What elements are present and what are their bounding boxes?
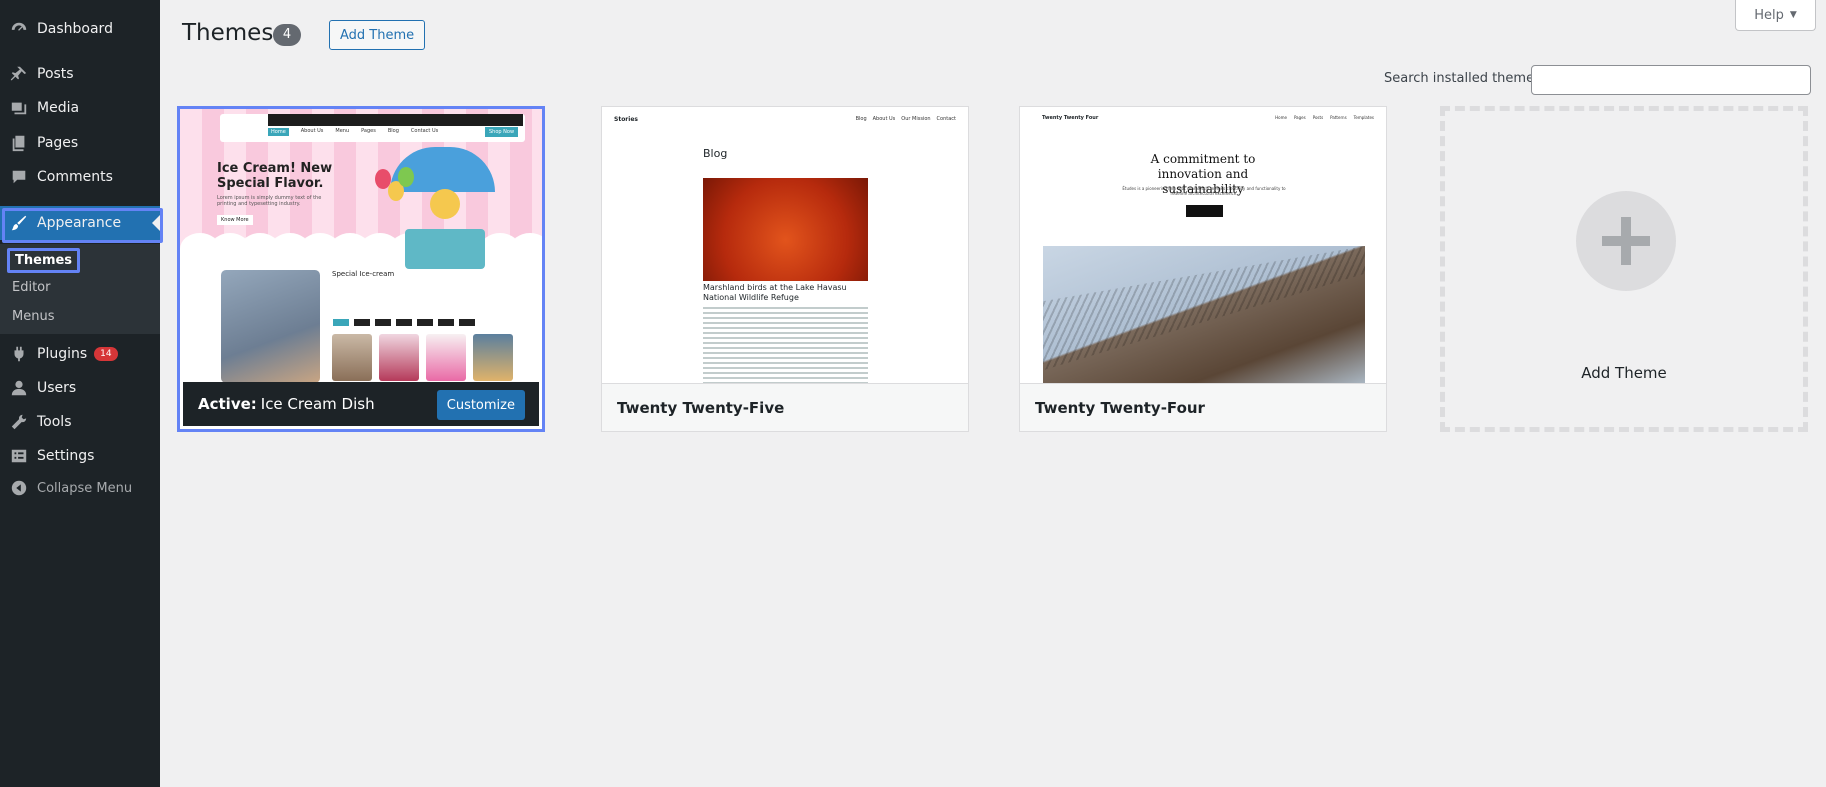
architecture-image (1043, 246, 1365, 384)
add-theme-button[interactable]: Add Theme (329, 20, 426, 50)
menu-tools[interactable]: Tools (0, 405, 160, 439)
theme-name: Twenty Twenty-Four (1020, 383, 1386, 431)
wrench-icon (9, 412, 29, 432)
theme-name: Twenty Twenty-Five (602, 383, 968, 431)
theme-name: Ice Cream Dish (260, 395, 375, 413)
menu-tools-label: Tools (37, 414, 72, 430)
menu-appearance[interactable]: Appearance (0, 206, 160, 240)
collapse-icon (9, 478, 29, 498)
theme-screenshot: Stories Blog About Us Our Mission Contac… (602, 107, 968, 384)
preview-nav: Home About Us Menu Pages Blog Contact Us (268, 128, 438, 136)
theme-screenshot: Twenty Twenty Four Home Pages Posts Patt… (1020, 107, 1386, 384)
pin-icon (9, 64, 29, 84)
menu-pages[interactable]: Pages (0, 126, 160, 160)
menu-comments-label: Comments (37, 169, 113, 185)
plugins-update-badge: 14 (94, 347, 118, 361)
preview-title: Ice Cream! New Special Flavor. (217, 161, 333, 191)
admin-sidebar: Dashboard Posts Media Pages Comments App… (0, 0, 163, 787)
brush-icon (9, 213, 29, 233)
ice-cream-card (221, 270, 320, 383)
page-title: Themes (182, 20, 274, 46)
menu-media-label: Media (37, 100, 80, 116)
plugin-icon (9, 344, 29, 364)
menu-settings[interactable]: Settings (0, 439, 160, 473)
theme-screenshot: Home About Us Menu Pages Blog Contact Us… (180, 109, 542, 386)
menu-posts-label: Posts (37, 66, 74, 82)
comment-icon (9, 167, 29, 187)
user-icon (9, 378, 29, 398)
add-new-theme-label: Add Theme (1581, 364, 1667, 382)
customize-button[interactable]: Customize (436, 390, 525, 420)
submenu-themes[interactable]: Themes (7, 248, 81, 273)
menu-posts[interactable]: Posts (0, 57, 160, 91)
plus-icon (1576, 191, 1676, 291)
cart-illustration (405, 229, 485, 269)
submenu-menus[interactable]: Menus (12, 309, 54, 324)
pages-icon (9, 133, 29, 153)
settings-icon (9, 446, 29, 466)
menu-media[interactable]: Media (0, 91, 160, 125)
menu-dashboard-label: Dashboard (37, 21, 113, 37)
submenu-editor[interactable]: Editor (12, 280, 50, 295)
active-label: Active: (198, 395, 257, 413)
menu-appearance-label: Appearance (37, 215, 122, 231)
menu-plugins[interactable]: Plugins 14 (0, 337, 160, 371)
caret-down-icon: ▼ (1789, 10, 1797, 20)
help-button[interactable]: Help ▼ (1735, 0, 1816, 31)
theme-count-badge: 4 (273, 24, 301, 46)
dashboard-icon (9, 19, 29, 39)
theme-name-bar: Active: Ice Cream Dish Customize (183, 382, 539, 426)
birds-image (703, 178, 868, 281)
media-icon (9, 98, 29, 118)
menu-settings-label: Settings (37, 448, 95, 464)
menu-pages-label: Pages (37, 135, 79, 151)
theme-card-ice-cream-dish[interactable]: Home About Us Menu Pages Blog Contact Us… (177, 106, 545, 432)
menu-collapse[interactable]: Collapse Menu (0, 471, 160, 505)
menu-comments[interactable]: Comments (0, 160, 160, 194)
theme-card-twenty-twenty-five[interactable]: Stories Blog About Us Our Mission Contac… (601, 106, 969, 432)
menu-dashboard[interactable]: Dashboard (0, 12, 160, 46)
search-input[interactable] (1531, 65, 1811, 95)
vendor-illustration (430, 189, 460, 219)
menu-users-label: Users (37, 380, 77, 396)
menu-collapse-label: Collapse Menu (37, 480, 133, 496)
search-label: Search installed themes (1384, 71, 1541, 86)
add-new-theme-tile[interactable]: Add Theme (1440, 106, 1808, 432)
menu-users[interactable]: Users (0, 371, 160, 405)
appearance-submenu: Themes Editor Menus (0, 244, 160, 334)
help-label: Help (1754, 7, 1784, 23)
active-arrow (152, 215, 160, 231)
menu-plugins-label: Plugins (37, 346, 88, 362)
theme-card-twenty-twenty-four[interactable]: Twenty Twenty Four Home Pages Posts Patt… (1019, 106, 1387, 432)
